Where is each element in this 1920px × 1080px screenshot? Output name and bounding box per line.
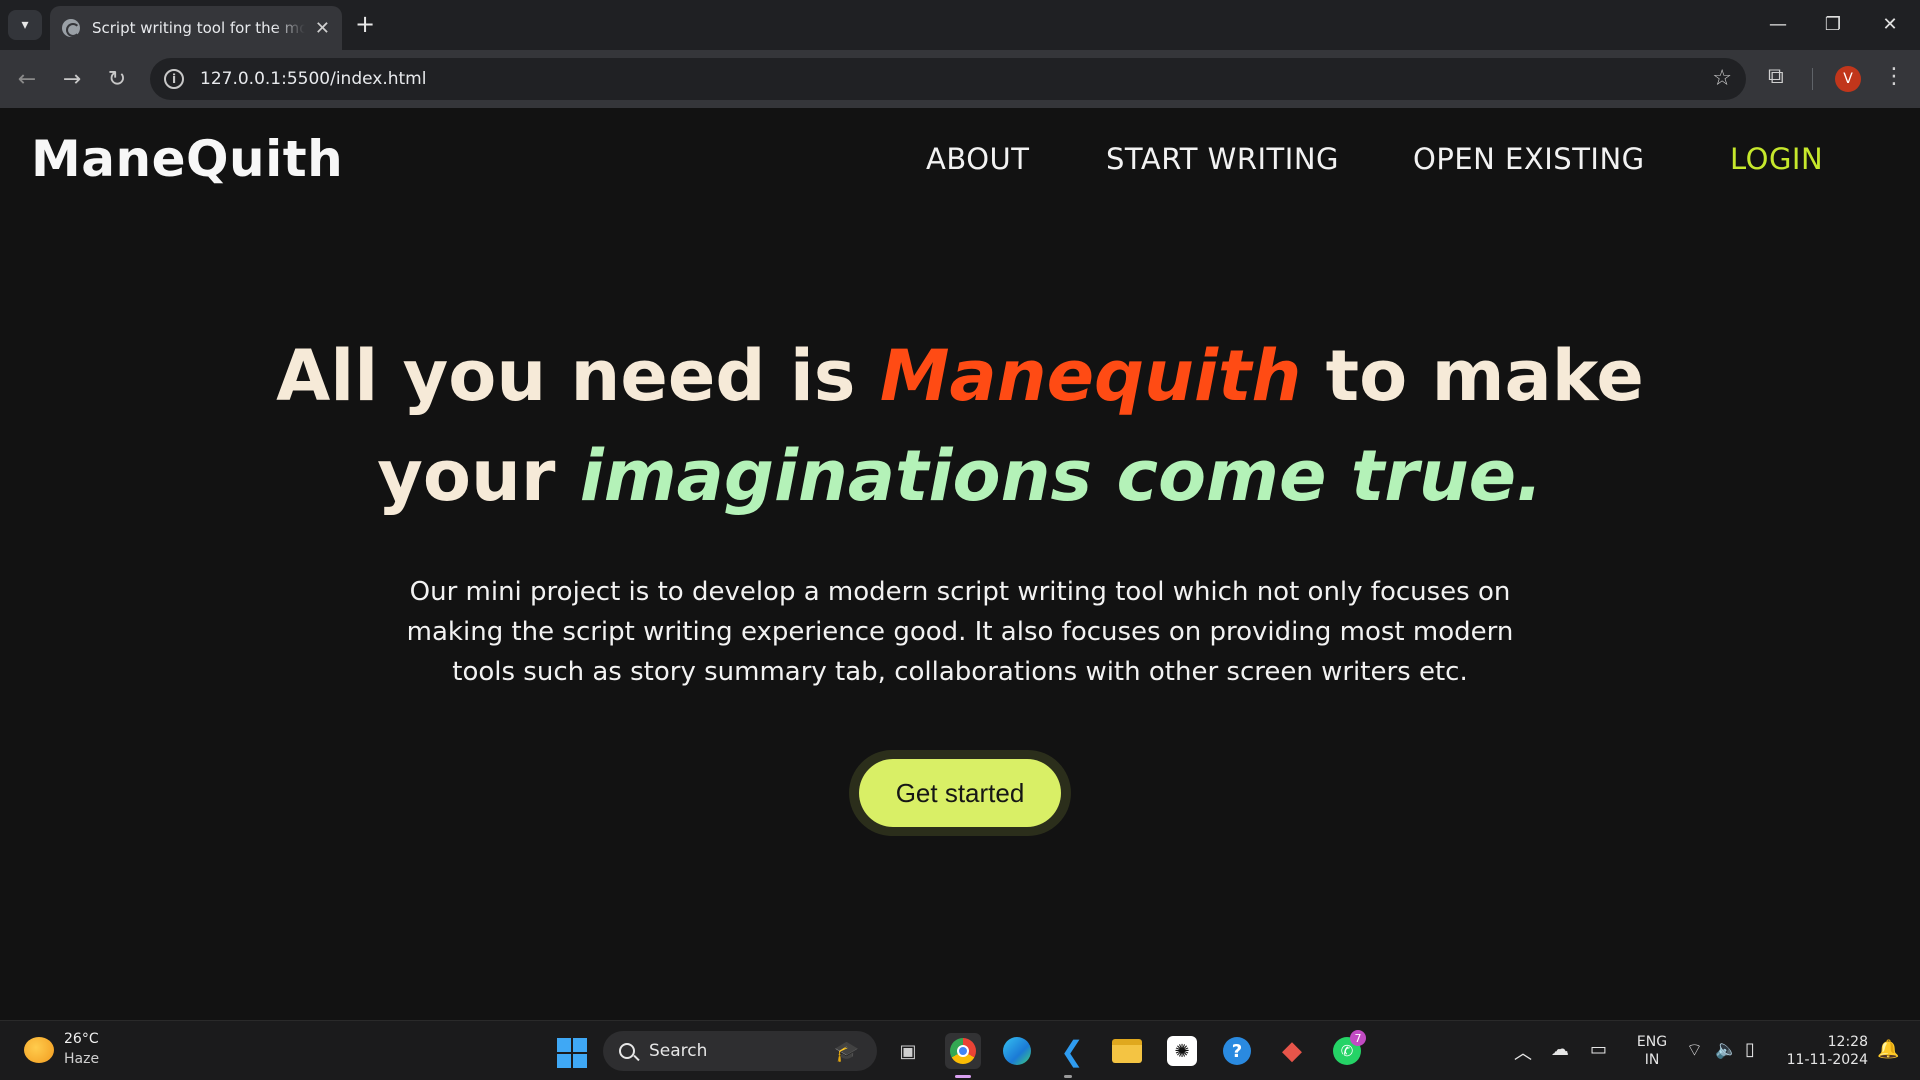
clock-time: 12:28 xyxy=(1827,1034,1868,1050)
tab-title: Script writing tool for the mode xyxy=(92,19,305,37)
hero-highlight: imaginations come true. xyxy=(579,435,1543,517)
hero-text-3: your xyxy=(377,435,580,517)
address-bar[interactable]: i 127.0.0.1:5500/index.html ☆ xyxy=(150,58,1746,100)
onedrive-icon[interactable]: ☁ xyxy=(1551,1039,1569,1060)
start-button[interactable] xyxy=(557,1038,587,1068)
windows-taskbar: 26°C Haze Search 🎓 ▣ ❮ ✺ ? ◆ ✆ 7 ︿ ☁ ▭ E… xyxy=(0,1020,1920,1080)
new-tab-button[interactable]: + xyxy=(352,12,378,38)
hero-heading: All you need is Manequith to make your i… xyxy=(0,326,1920,526)
chrome-active-indicator xyxy=(955,1075,971,1078)
back-button[interactable]: ← xyxy=(12,64,42,94)
get-started-button[interactable]: Get started xyxy=(859,759,1061,827)
browser-tab[interactable]: Script writing tool for the mode ✕ xyxy=(50,6,342,50)
close-window-button[interactable]: ✕ xyxy=(1870,8,1910,40)
chrome-icon[interactable] xyxy=(945,1033,981,1069)
minimize-button[interactable]: — xyxy=(1758,8,1798,40)
graduation-cap-icon: 🎓 xyxy=(834,1039,859,1063)
tablet-icon[interactable]: ▭ xyxy=(1590,1039,1607,1060)
site-info-icon[interactable]: i xyxy=(164,69,184,89)
taskbar-search[interactable]: Search 🎓 xyxy=(603,1031,877,1071)
close-tab-icon[interactable]: ✕ xyxy=(315,18,330,39)
menu-icon[interactable]: ⋮ xyxy=(1883,64,1905,89)
weather-description[interactable]: Haze xyxy=(64,1051,99,1067)
battery-icon[interactable]: ▯ xyxy=(1745,1039,1755,1060)
hero-text-1: All you need is xyxy=(276,335,880,417)
weather-temperature[interactable]: 26°C xyxy=(64,1031,99,1047)
hero-text-2: to make xyxy=(1301,335,1644,417)
clock-date: 11-11-2024 xyxy=(1786,1052,1868,1068)
snipping-tool-icon[interactable]: ◆ xyxy=(1274,1033,1310,1069)
edge-icon[interactable] xyxy=(999,1033,1035,1069)
globe-icon xyxy=(62,19,80,37)
nav-start-writing-link[interactable]: START WRITING xyxy=(1106,142,1339,176)
vscode-indicator xyxy=(1064,1075,1072,1078)
toolbar-divider xyxy=(1812,68,1813,90)
search-label: Search xyxy=(649,1041,708,1061)
help-icon[interactable]: ? xyxy=(1219,1033,1255,1069)
weather-icon[interactable] xyxy=(24,1037,54,1063)
restore-button[interactable]: ❐ xyxy=(1813,8,1853,40)
browser-toolbar: ← → ↻ i 127.0.0.1:5500/index.html ☆ ⧉ ⋮ xyxy=(0,50,1920,108)
profile-avatar[interactable]: V xyxy=(1835,66,1861,92)
chatgpt-icon[interactable]: ✺ xyxy=(1164,1033,1200,1069)
nav-open-existing-link[interactable]: OPEN EXISTING xyxy=(1413,142,1645,176)
wifi-icon[interactable]: ⌔ xyxy=(1686,1039,1703,1062)
web-page: ManeQuith ABOUT START WRITING OPEN EXIST… xyxy=(0,108,1920,1020)
language-indicator[interactable]: ENG IN xyxy=(1634,1033,1670,1069)
clock[interactable]: 12:28 11-11-2024 xyxy=(1782,1033,1868,1069)
volume-icon[interactable]: 🔈 xyxy=(1715,1039,1737,1060)
hero-description: Our mini project is to develop a modern … xyxy=(406,577,1514,687)
file-explorer-icon[interactable] xyxy=(1109,1033,1145,1069)
nav-about-link[interactable]: ABOUT xyxy=(926,142,1030,176)
hero-brand-name: Manequith xyxy=(879,335,1302,417)
search-icon xyxy=(619,1043,635,1059)
nav-login-link[interactable]: LOGIN xyxy=(1730,142,1823,176)
whatsapp-notification-badge: 7 xyxy=(1350,1030,1366,1046)
tab-search-button[interactable]: ▾ xyxy=(8,10,42,40)
language-code: ENG xyxy=(1636,1034,1668,1050)
show-hidden-icons[interactable]: ︿ xyxy=(1514,1039,1532,1065)
forward-button[interactable]: → xyxy=(57,64,87,94)
extensions-icon[interactable]: ⧉ xyxy=(1768,64,1784,89)
bookmark-star-icon[interactable]: ☆ xyxy=(1712,66,1732,91)
task-view-icon[interactable]: ▣ xyxy=(890,1033,926,1069)
region-code: IN xyxy=(1644,1052,1660,1068)
url-text: 127.0.0.1:5500/index.html xyxy=(200,69,427,89)
site-logo[interactable]: ManeQuith xyxy=(31,130,343,188)
notification-bell-icon[interactable]: 🔔 xyxy=(1877,1039,1899,1060)
reload-button[interactable]: ↻ xyxy=(102,64,132,94)
vscode-icon[interactable]: ❮ xyxy=(1054,1033,1090,1069)
browser-tab-bar: ▾ Script writing tool for the mode ✕ + —… xyxy=(0,0,1920,50)
